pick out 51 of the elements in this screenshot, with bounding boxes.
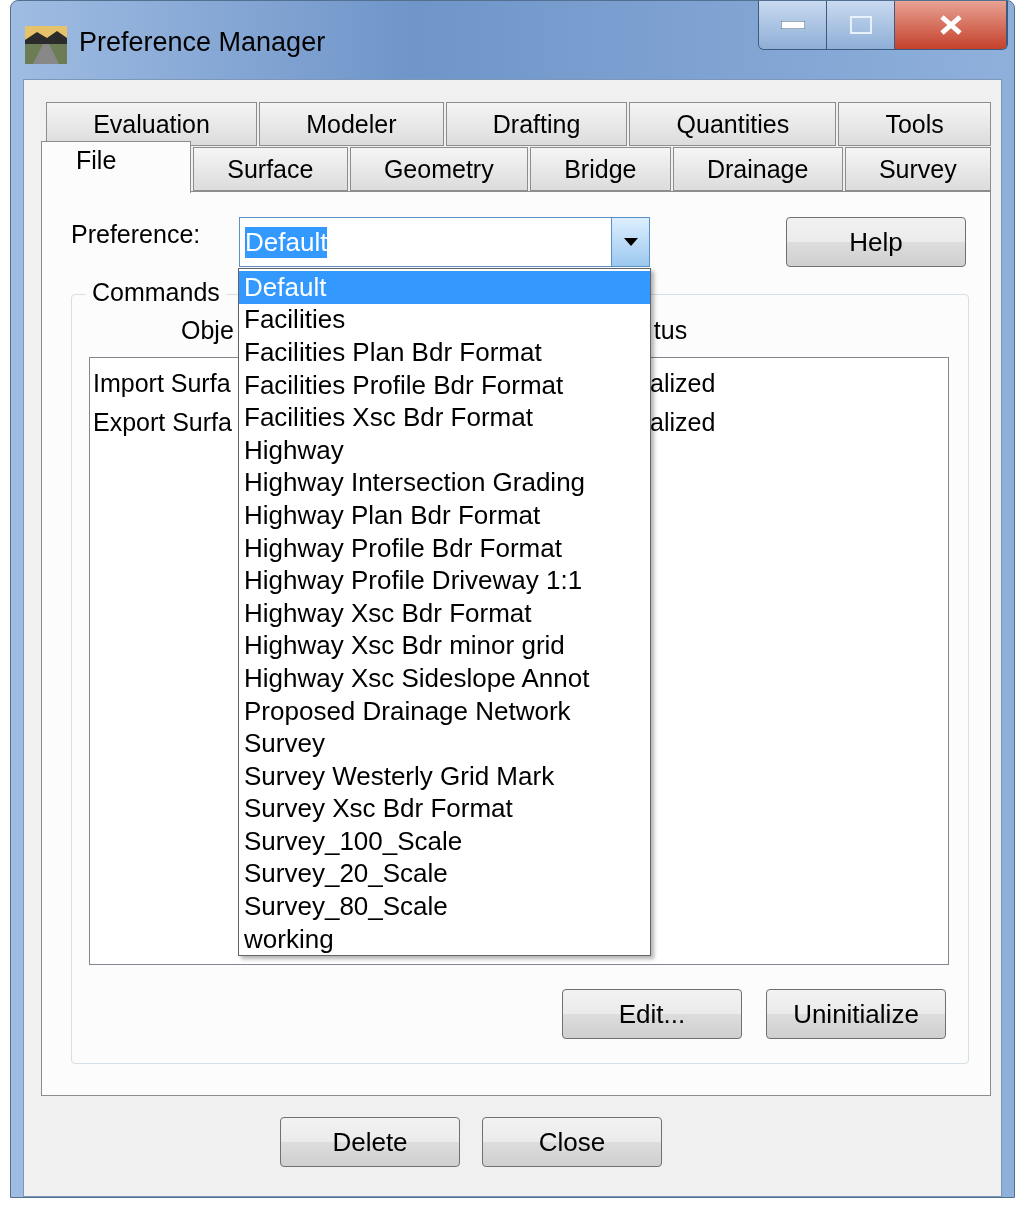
preference-option[interactable]: Survey	[239, 727, 650, 760]
command-name: Import Surfa	[93, 369, 231, 398]
minimize-icon	[780, 21, 805, 29]
tab[interactable]: Drainage	[672, 147, 843, 191]
close-button[interactable]	[895, 1, 1007, 49]
tab[interactable]: Modeler	[259, 102, 444, 146]
preference-option[interactable]: Facilities Plan Bdr Format	[239, 336, 650, 369]
preference-option[interactable]: Highway Xsc Bdr minor grid	[239, 629, 650, 663]
preference-option[interactable]: Survey_20_Scale	[239, 857, 650, 891]
preference-option[interactable]: Highway Plan Bdr Format	[239, 499, 650, 532]
tab[interactable]: Tools	[838, 102, 991, 146]
tab[interactable]: Surface	[193, 147, 348, 191]
tab[interactable]: Evaluation	[46, 102, 258, 146]
preference-option[interactable]: Survey Xsc Bdr Format	[239, 792, 650, 826]
preference-option[interactable]: Highway Intersection Grading	[239, 466, 650, 500]
preference-option[interactable]: working	[239, 922, 650, 956]
preference-label: Preference:	[71, 219, 202, 249]
tab[interactable]: Geometry	[349, 147, 528, 191]
preference-option[interactable]: Survey Westerly Grid Mark	[239, 759, 650, 793]
preference-option[interactable]: Survey_80_Scale	[239, 890, 650, 923]
command-status: alized	[650, 369, 716, 398]
tab[interactable]: Drafting	[445, 102, 628, 146]
window-title: Preference Manager	[79, 27, 326, 58]
help-button[interactable]: Help	[786, 217, 966, 267]
preference-option[interactable]: Facilities	[239, 303, 650, 337]
preference-option[interactable]: Highway Profile Driveway 1:1	[239, 564, 650, 597]
preference-option[interactable]: Highway	[239, 433, 650, 467]
caret-icon	[623, 238, 638, 246]
preference-option[interactable]: Proposed Drainage Network	[239, 694, 650, 728]
command-button[interactable]: Uninitialize	[766, 989, 946, 1039]
preference-option[interactable]: Facilities Xsc Bdr Format	[239, 401, 650, 434]
road-icon	[25, 26, 67, 64]
preference-option[interactable]: Survey_100_Scale	[239, 825, 650, 858]
dialog-button[interactable]: Delete	[280, 1117, 460, 1167]
preference-option[interactable]: Highway Xsc Bdr Format	[239, 596, 650, 630]
command-name: Export Surfa	[93, 408, 232, 437]
command-button[interactable]: Edit...	[562, 989, 742, 1039]
close-icon	[938, 14, 963, 36]
tab[interactable]: File	[41, 141, 191, 193]
command-status: alized	[650, 408, 716, 437]
dropdown-arrow-button[interactable]	[611, 218, 649, 266]
preference-option[interactable]: Highway Xsc Sideslope Annot	[239, 662, 650, 695]
tab[interactable]: Survey	[844, 147, 991, 191]
column-header: tus	[653, 316, 688, 345]
maximize-icon	[849, 16, 872, 34]
column-header: Obje	[181, 316, 234, 345]
tab[interactable]: Quantities	[629, 102, 837, 146]
dialog-button[interactable]: Close	[482, 1117, 662, 1167]
preference-option[interactable]: Facilities Profile Bdr Format	[239, 368, 650, 402]
tab[interactable]: Bridge	[529, 147, 671, 191]
preference-option[interactable]: Highway Profile Bdr Format	[239, 531, 650, 565]
